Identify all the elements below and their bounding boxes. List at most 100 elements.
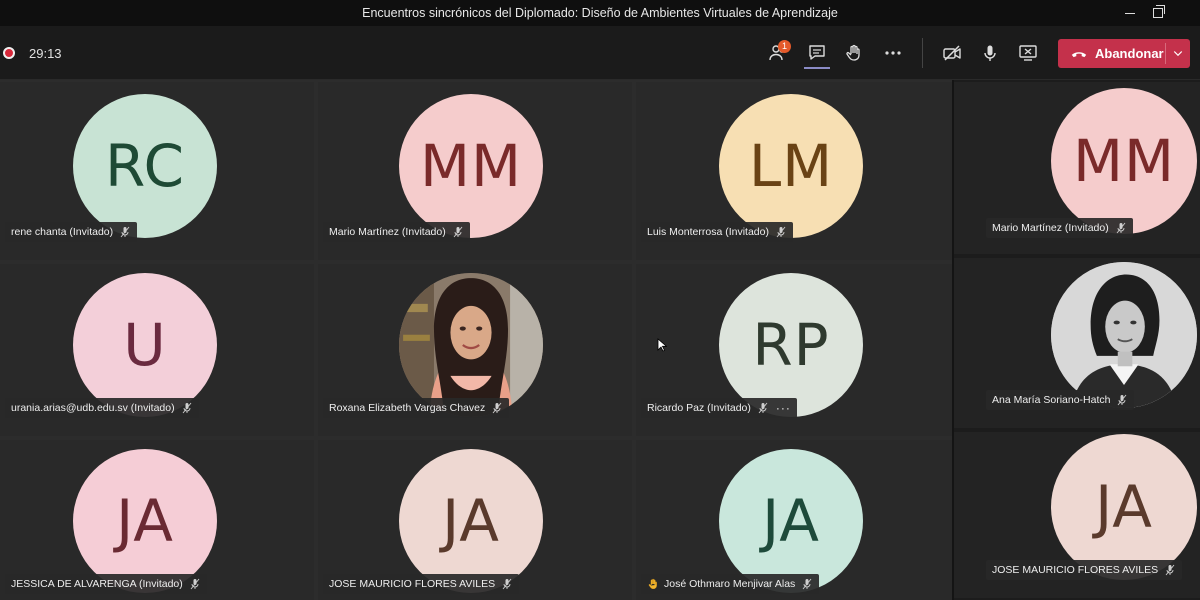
participant-avatar: MM xyxy=(399,94,543,238)
mic-muted-icon xyxy=(1118,394,1127,406)
participant-avatar: JA xyxy=(399,449,543,593)
leave-options-button[interactable] xyxy=(1170,45,1186,61)
participant-photo xyxy=(1051,262,1197,408)
recording-icon xyxy=(3,47,15,59)
participant-tile[interactable]: JA José Othmaro Menjivar Alas xyxy=(636,440,952,600)
microphone-toggle-button[interactable] xyxy=(975,38,1005,68)
hang-up-icon xyxy=(1070,45,1088,63)
hand-icon xyxy=(846,44,860,61)
participant-initials: RC xyxy=(105,132,185,200)
share-screen-button[interactable] xyxy=(1013,38,1043,68)
participant-tile[interactable]: JA JESSICA DE ALVARENGA (Invitado) xyxy=(0,440,314,600)
restore-button[interactable] xyxy=(1140,0,1176,26)
mic-muted-icon xyxy=(120,226,130,238)
participant-tile[interactable]: Ana María Soriano-Hatch xyxy=(954,258,1200,428)
restore-icon xyxy=(1153,5,1165,18)
leave-label: Abandonar xyxy=(1095,46,1164,61)
camera-off-icon xyxy=(943,45,961,61)
participant-avatar: RC xyxy=(73,94,217,238)
leave-button[interactable]: Abandonar xyxy=(1058,39,1190,68)
participant-name-tag: Roxana Elizabeth Vargas Chavez xyxy=(323,398,510,418)
mic-muted-icon xyxy=(802,578,812,590)
participant-name-tag: Ana María Soriano-Hatch xyxy=(986,390,1135,410)
participant-avatar: MM xyxy=(1051,88,1197,234)
participant-avatar: JA xyxy=(73,449,217,593)
share-screen-icon xyxy=(1019,45,1037,61)
participant-name: urania.arias@udb.edu.sv (Invitado) xyxy=(11,402,175,414)
chat-button[interactable] xyxy=(802,38,832,68)
mic-muted-icon xyxy=(453,226,463,238)
participants-button[interactable]: 1 xyxy=(763,38,793,68)
mic-muted-icon xyxy=(776,226,786,238)
toolbar-divider xyxy=(922,38,923,68)
participant-name-tag: JESSICA DE ALVARENGA (Invitado) xyxy=(5,574,207,594)
participant-name-tag: JOSE MAURICIO FLORES AVILES xyxy=(323,574,520,594)
participant-initials: JA xyxy=(116,487,174,555)
mouse-cursor-icon xyxy=(657,338,667,352)
participant-tile[interactable]: JA JOSE MAURICIO FLORES AVILES xyxy=(318,440,632,600)
participant-more-icon[interactable]: ··· xyxy=(776,401,791,415)
participant-name: rene chanta (Invitado) xyxy=(11,226,114,238)
participant-tile[interactable]: MM Mario Martínez (Invitado) xyxy=(318,82,632,260)
participant-tile[interactable]: JA JOSE MAURICIO FLORES AVILES xyxy=(954,432,1200,598)
mic-muted-icon xyxy=(502,578,512,590)
side-stage: MM Mario Martínez (Invitado) Ana María Sor… xyxy=(952,80,1200,600)
mic-muted-icon xyxy=(492,402,502,414)
participant-tile[interactable]: MM Mario Martínez (Invitado) xyxy=(954,82,1200,254)
microphone-icon xyxy=(984,45,996,61)
participant-avatar: U xyxy=(73,273,217,417)
participant-tile[interactable]: RC rene chanta (Invitado) xyxy=(0,82,314,260)
participant-name: JOSE MAURICIO FLORES AVILES xyxy=(329,578,496,590)
participant-name: Mario Martínez (Invitado) xyxy=(329,226,446,238)
recording-timer: 29:13 xyxy=(29,46,62,61)
mic-muted-icon xyxy=(1116,222,1126,234)
participant-name-tag: Ricardo Paz (Invitado) ··· xyxy=(641,398,797,418)
participant-name: José Othmaro Menjivar Alas xyxy=(664,578,796,590)
chevron-down-icon xyxy=(1173,51,1183,57)
participant-initials: MM xyxy=(419,132,523,200)
participant-tile[interactable]: Uurania.arias@udb.edu.sv (Invitado) xyxy=(0,264,314,436)
participant-name: Ricardo Paz (Invitado) xyxy=(647,402,751,414)
participant-initials: MM xyxy=(1072,127,1176,195)
meeting-toolbar: 29:13 1 xyxy=(0,26,1200,80)
window-title: Encuentros sincrónicos del Diplomado: Di… xyxy=(362,6,838,20)
participants-badge: 1 xyxy=(778,40,791,53)
participant-name-tag: Mario Martínez (Invitado) xyxy=(986,218,1133,238)
chat-icon xyxy=(809,45,825,60)
participant-tile[interactable]: LM Luis Monterrosa (Invitado) xyxy=(636,82,952,260)
more-actions-button[interactable] xyxy=(878,38,908,68)
participant-avatar xyxy=(1051,262,1197,408)
window-titlebar: Encuentros sincrónicos del Diplomado: Di… xyxy=(0,0,1200,26)
participant-avatar xyxy=(399,273,543,417)
participant-name-tag: Mario Martínez (Invitado) xyxy=(323,222,470,242)
participant-initials: RP xyxy=(752,311,830,379)
minimize-icon xyxy=(1125,12,1135,14)
participant-name: Mario Martínez (Invitado) xyxy=(992,222,1109,234)
participant-name: JOSE MAURICIO FLORES AVILES xyxy=(992,564,1159,576)
participant-photo xyxy=(399,273,543,417)
camera-toggle-button[interactable] xyxy=(937,38,967,68)
participant-tile[interactable]: RP Ricardo Paz (Invitado) ··· xyxy=(636,264,952,436)
raise-hand-button[interactable] xyxy=(839,38,869,68)
participant-tile[interactable]: Roxana Elizabeth Vargas Chavez xyxy=(318,264,632,436)
participant-avatar: LM xyxy=(719,94,863,238)
participant-name-tag: rene chanta (Invitado) xyxy=(5,222,138,242)
participant-name-tag: urania.arias@udb.edu.sv (Invitado) xyxy=(5,398,199,418)
mic-muted-icon xyxy=(1165,564,1175,576)
mic-muted-icon xyxy=(182,402,191,414)
participant-initials: JA xyxy=(762,487,820,555)
participant-name: JESSICA DE ALVARENGA (Invitado) xyxy=(11,578,183,590)
participant-avatar: JA xyxy=(719,449,863,593)
leave-separator xyxy=(1165,43,1166,64)
participant-initials: U xyxy=(123,311,167,379)
participant-name-tag: José Othmaro Menjivar Alas xyxy=(641,574,820,594)
more-icon xyxy=(885,51,901,55)
participant-avatar: JA xyxy=(1051,434,1197,580)
participant-initials: JA xyxy=(442,487,500,555)
participant-initials: LM xyxy=(748,132,834,200)
raised-hand-icon xyxy=(648,578,657,590)
participant-name-tag: Luis Monterrosa (Invitado) xyxy=(641,222,793,242)
participant-name-tag: JOSE MAURICIO FLORES AVILES xyxy=(986,560,1183,580)
video-gallery: RC rene chanta (Invitado) MM Mario Martínez… xyxy=(0,80,952,600)
participant-avatar: RP xyxy=(719,273,863,417)
